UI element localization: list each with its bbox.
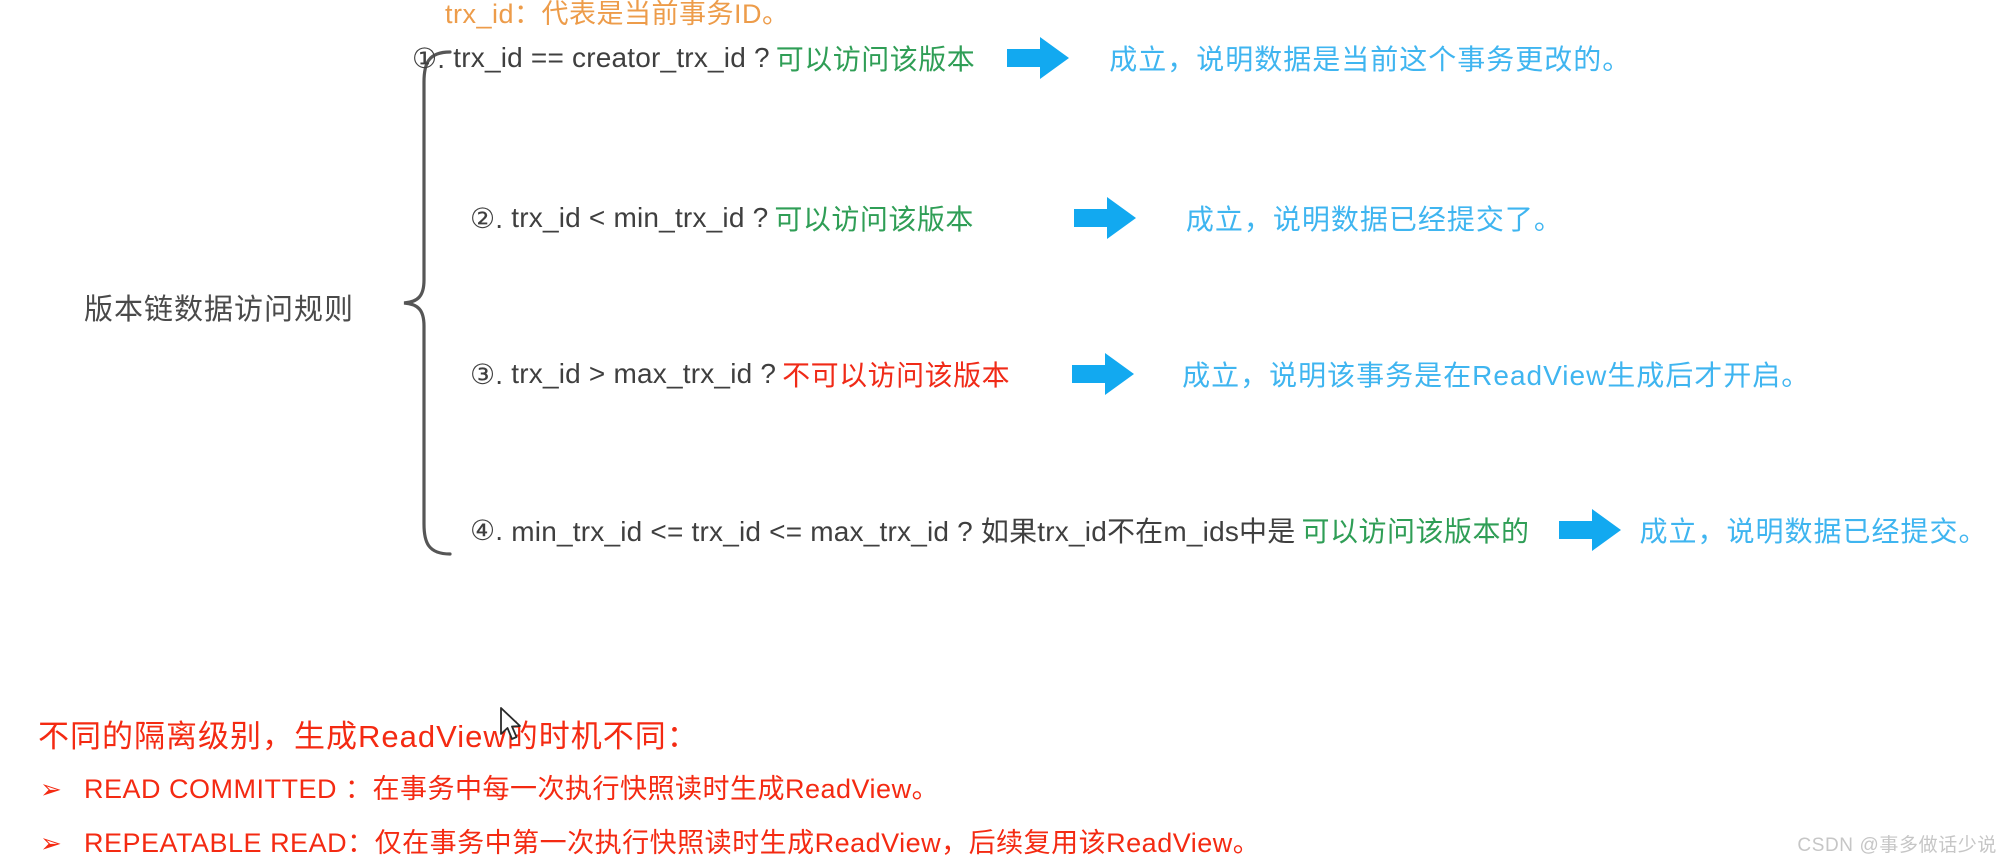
curly-brace-icon xyxy=(403,50,452,556)
bullet-label: REPEATABLE READ：仅在事务中第一次执行快照读时生成ReadView… xyxy=(84,828,1261,858)
version-chain-rule-label: 版本链数据访问规则 xyxy=(84,294,355,326)
rule-index: ④. xyxy=(470,514,504,546)
rule-condition: min_trx_id <= trx_id <= max_trx_id ? 如果t… xyxy=(511,516,1296,547)
right-arrow-icon xyxy=(1073,197,1136,239)
right-arrow-icon xyxy=(1072,353,1135,395)
bullet-arrow-icon: ➢ xyxy=(40,775,62,805)
csdn-watermark: CSDN @事多做话少说 xyxy=(1797,835,1997,856)
rule-index: ③. xyxy=(470,358,504,390)
rule-conclusion: 成立，说明数据已经提交了。 xyxy=(1185,204,1563,235)
rule-condition: trx_id < min_trx_id ? xyxy=(511,202,769,233)
rule-row: ①. trx_id == creator_trx_id ? 可以访问该版本 成立… xyxy=(412,36,1631,80)
list-item: ➢ REPEATABLE READ：仅在事务中第一次执行快照读时生成ReadVi… xyxy=(40,821,1260,860)
list-item: ➢ READ COMMITTED ：在事务中每一次执行快照读时生成ReadVie… xyxy=(40,767,939,806)
rule-conclusion: 成立，说明该事务是在ReadView生成后才开启。 xyxy=(1182,360,1811,391)
rule-condition: trx_id == creator_trx_id ? xyxy=(453,42,770,73)
right-arrow-icon xyxy=(1559,509,1622,551)
rule-conclusion: 成立，说明数据是当前这个事务更改的。 xyxy=(1109,44,1632,75)
isolation-level-heading: 不同的隔离级别，生成ReadView的时机不同： xyxy=(38,719,699,754)
rule-verdict: 可以访问该版本 xyxy=(775,44,976,75)
bullet-label: READ COMMITTED ：在事务中每一次执行快照读时生成ReadView。 xyxy=(84,774,940,804)
right-arrow-icon xyxy=(1007,37,1070,79)
rule-index: ①. xyxy=(412,42,446,74)
rule-conclusion: 成立，说明数据已经提交。 xyxy=(1639,516,1988,547)
rule-verdict: 不可以访问该版本 xyxy=(782,360,1011,391)
bullet-arrow-icon: ➢ xyxy=(40,829,62,859)
trx-id-legend: trx_id：代表是当前事务ID。 xyxy=(445,0,790,29)
rule-verdict: 可以访问该版本的 xyxy=(1301,516,1530,547)
rule-row: ②. trx_id < min_trx_id ? 可以访问该版本 成立，说明数据… xyxy=(470,196,1563,240)
mouse-cursor-icon xyxy=(500,707,521,740)
rule-row: ③. trx_id > max_trx_id ? 不可以访问该版本 成立，说明该… xyxy=(470,352,1810,396)
rule-index: ②. xyxy=(470,202,504,234)
rule-condition: trx_id > max_trx_id ? xyxy=(511,358,777,389)
rule-verdict: 可以访问该版本 xyxy=(774,204,974,235)
rule-row: ④. min_trx_id <= trx_id <= max_trx_id ? … xyxy=(470,508,1988,552)
